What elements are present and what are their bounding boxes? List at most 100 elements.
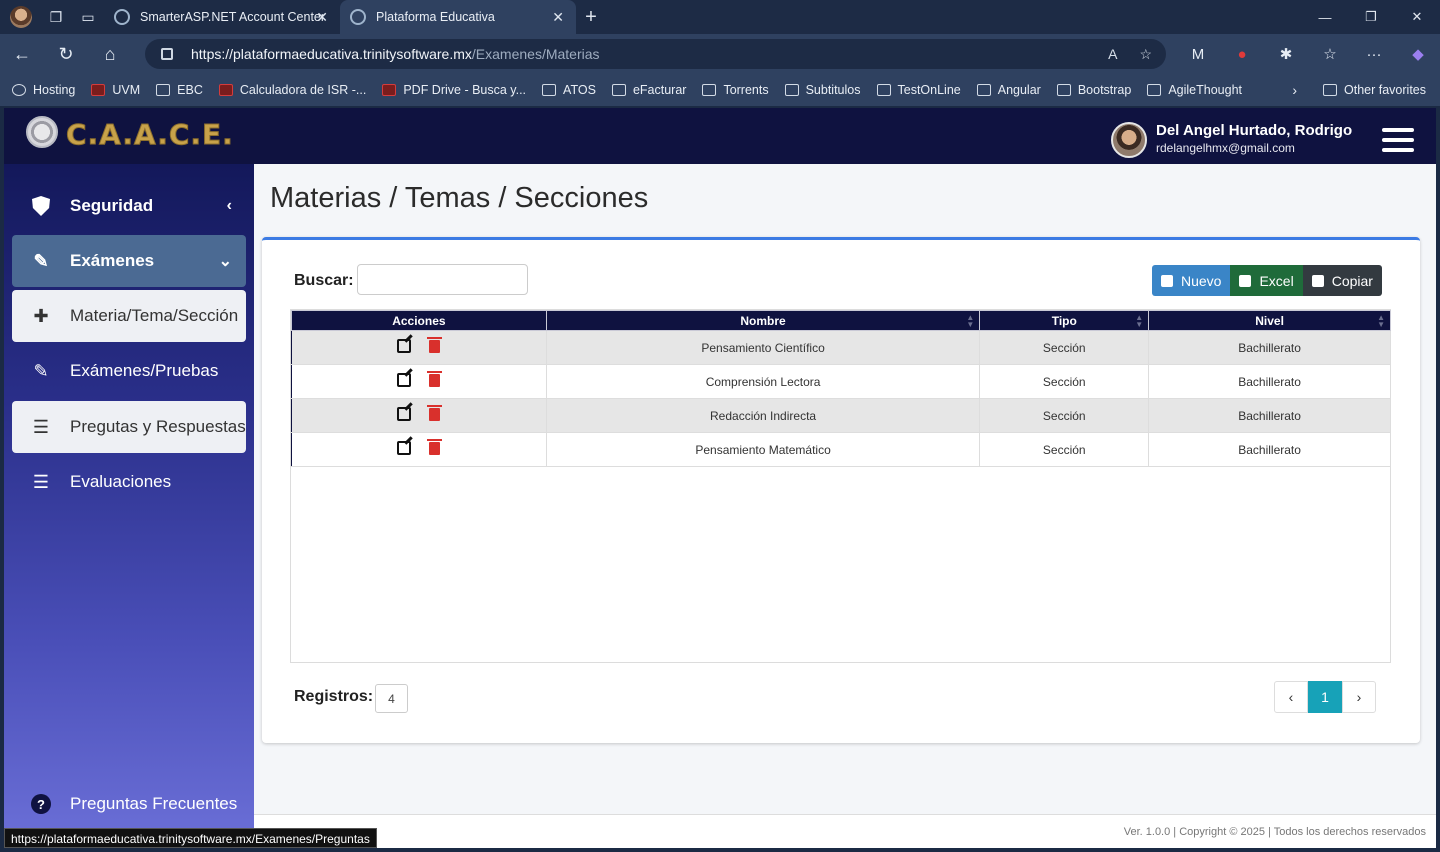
close-icon[interactable]: ✕ bbox=[552, 9, 564, 26]
lock-icon[interactable] bbox=[161, 48, 173, 60]
trash-icon[interactable] bbox=[427, 370, 443, 387]
favorite-folder-angular[interactable]: Angular bbox=[976, 83, 1041, 97]
column-header-nivel[interactable]: Nivel ▲ ▼ bbox=[1148, 310, 1391, 331]
edit-icon[interactable] bbox=[397, 407, 412, 421]
copiar-button[interactable]: Copiar bbox=[1302, 265, 1382, 296]
edit-icon: ✎ bbox=[33, 360, 49, 381]
copilot-icon[interactable]: ◆ bbox=[1396, 45, 1440, 63]
sidebar-item-evaluaciones[interactable]: ☰ Evaluaciones bbox=[12, 456, 246, 508]
more-icon[interactable]: ··· bbox=[1352, 46, 1396, 63]
sidebar-item-examenes-pruebas[interactable]: ✎ Exámenes/Pruebas bbox=[12, 345, 246, 397]
plus-square-icon bbox=[1161, 274, 1173, 287]
extension-stop-icon[interactable]: ● bbox=[1220, 46, 1264, 63]
favorite-folder-agilethought[interactable]: AgileThought bbox=[1147, 83, 1242, 97]
nombre-cell: Pensamiento Matemático bbox=[546, 432, 981, 467]
action-buttons: Nuevo Excel Copiar bbox=[1152, 265, 1382, 296]
search-input[interactable] bbox=[357, 264, 528, 295]
pagination: ‹ 1 › bbox=[1274, 681, 1376, 713]
favorite-ebc[interactable]: EBC bbox=[156, 83, 203, 97]
edit-icon[interactable] bbox=[397, 441, 412, 455]
minimize-icon[interactable]: — bbox=[1302, 0, 1348, 34]
close-window-icon[interactable]: ✕ bbox=[1394, 0, 1440, 34]
sort-icon: ▲ ▼ bbox=[1377, 313, 1385, 329]
favorite-calculadora[interactable]: Calculadora de ISR -... bbox=[218, 83, 366, 97]
home-icon[interactable]: ⌂ bbox=[88, 34, 132, 74]
favorite-folder-atos[interactable]: ATOS bbox=[542, 83, 596, 97]
trash-icon[interactable] bbox=[427, 336, 443, 353]
hamburger-menu-icon[interactable] bbox=[1382, 128, 1414, 158]
new-tab-icon[interactable]: + bbox=[576, 6, 606, 29]
tab-actions-icon[interactable]: ▭ bbox=[72, 0, 104, 34]
shield-icon bbox=[30, 195, 52, 217]
folder-icon bbox=[976, 84, 991, 96]
folder-icon bbox=[542, 84, 557, 96]
tipo-cell: Sección bbox=[979, 364, 1150, 399]
actions-cell bbox=[291, 364, 547, 399]
chevron-down-icon: ⌄ bbox=[218, 253, 232, 270]
close-icon[interactable]: ✕ bbox=[316, 9, 328, 26]
favorite-folder-torrents[interactable]: Torrents bbox=[702, 83, 769, 97]
trash-icon[interactable] bbox=[427, 438, 443, 455]
refresh-icon[interactable]: ↻ bbox=[44, 34, 88, 74]
sidebar-item-label: Exámenes bbox=[70, 251, 155, 270]
browser-tab-bar: ❐ ▭ SmarterASP.NET Account Center ✕ Plat… bbox=[0, 0, 1440, 34]
url-host: https://plataformaeducativa.trinitysoftw… bbox=[191, 46, 472, 62]
address-bar-row: ← ↻ ⌂ https://plataformaeducativa.trinit… bbox=[0, 34, 1440, 74]
sidebar-item-materia-tema-seccion[interactable]: ✚ Materia/Tema/Sección bbox=[12, 290, 246, 342]
nuevo-button[interactable]: Nuevo bbox=[1152, 265, 1231, 296]
browser-tab-active[interactable]: Plataforma Educativa ✕ bbox=[340, 0, 576, 34]
extension-m-icon[interactable]: M bbox=[1176, 46, 1220, 63]
tipo-cell: Sección bbox=[979, 330, 1150, 365]
ebc-icon bbox=[156, 84, 171, 96]
question-circle-icon: ? bbox=[30, 793, 52, 815]
column-header-tipo[interactable]: Tipo ▲ ▼ bbox=[979, 310, 1150, 331]
sidebar-item-label: Preguntas Frecuentes bbox=[70, 794, 238, 813]
folder-icon bbox=[1323, 84, 1338, 96]
sort-icon: ▲ ▼ bbox=[966, 313, 975, 329]
pagination-page-button[interactable]: 1 bbox=[1308, 681, 1342, 713]
sidebar-item-examenes[interactable]: ✎ Exámenes ⌄ bbox=[12, 235, 246, 287]
favorites-icon[interactable]: ☆ bbox=[1308, 45, 1352, 63]
search-label: Buscar: bbox=[294, 272, 354, 289]
page-title: Materias / Temas / Secciones bbox=[270, 182, 649, 214]
favorite-uvm[interactable]: UVM bbox=[91, 83, 140, 97]
favorite-folder-efacturar[interactable]: eFacturar bbox=[611, 83, 686, 97]
edit-icon[interactable] bbox=[397, 339, 412, 353]
favorite-pdf-drive[interactable]: PDF Drive - Busca y... bbox=[382, 83, 526, 97]
copy-icon bbox=[1311, 274, 1324, 287]
sidebar-item-preguntas-respuestas[interactable]: ☰ Pregutas y Respuestas bbox=[12, 401, 246, 453]
workspaces-icon[interactable]: ❐ bbox=[40, 0, 72, 34]
sidebar-item-seguridad[interactable]: Seguridad ‹ bbox=[12, 180, 246, 232]
pagination-prev-button[interactable]: ‹ bbox=[1274, 681, 1308, 713]
favorite-folder-bootstrap[interactable]: Bootstrap bbox=[1056, 83, 1131, 97]
favorite-star-icon[interactable]: ☆ bbox=[1139, 46, 1152, 63]
trash-icon[interactable] bbox=[427, 404, 443, 421]
read-aloud-icon[interactable]: A bbox=[1108, 46, 1117, 63]
favorite-folder-testonline[interactable]: TestOnLine bbox=[876, 83, 961, 97]
column-header-nombre[interactable]: Nombre ▲ ▼ bbox=[545, 310, 981, 331]
browser-tab[interactable]: SmarterASP.NET Account Center ✕ bbox=[104, 0, 340, 34]
favorite-folder-subtitulos[interactable]: Subtitulos bbox=[784, 83, 861, 97]
url-path: /Examenes/Materias bbox=[471, 46, 600, 62]
pagination-next-button[interactable]: › bbox=[1342, 681, 1376, 713]
avatar[interactable] bbox=[1111, 122, 1147, 158]
back-icon[interactable]: ← bbox=[0, 34, 44, 74]
favorite-hosting[interactable]: Hosting bbox=[12, 83, 75, 97]
table-row: Pensamiento Científico Sección Bachiller… bbox=[291, 330, 1391, 365]
records-count: 4 bbox=[375, 684, 408, 713]
site-icon bbox=[350, 9, 366, 25]
restore-icon[interactable]: ❐ bbox=[1348, 0, 1394, 34]
tipo-cell: Sección bbox=[979, 432, 1150, 467]
url-input[interactable]: https://plataformaeducativa.trinitysoftw… bbox=[145, 39, 1166, 69]
edit-icon[interactable] bbox=[397, 373, 412, 387]
sidebar-item-preguntas-frecuentes[interactable]: ? Preguntas Frecuentes bbox=[12, 778, 246, 830]
content-card: Buscar: Nuevo Excel Copiar Acciones Nomb… bbox=[262, 237, 1420, 743]
other-favorites[interactable]: Other favorites bbox=[1323, 83, 1426, 97]
records-label: Registros: bbox=[294, 688, 374, 705]
nivel-cell: Bachillerato bbox=[1148, 364, 1391, 399]
sidebar-item-label: Seguridad bbox=[70, 196, 154, 215]
excel-button[interactable]: Excel bbox=[1230, 265, 1303, 296]
chevron-right-icon[interactable]: › bbox=[1292, 82, 1297, 98]
profile-avatar[interactable] bbox=[10, 6, 32, 28]
extensions-icon[interactable]: ✱ bbox=[1264, 45, 1308, 63]
